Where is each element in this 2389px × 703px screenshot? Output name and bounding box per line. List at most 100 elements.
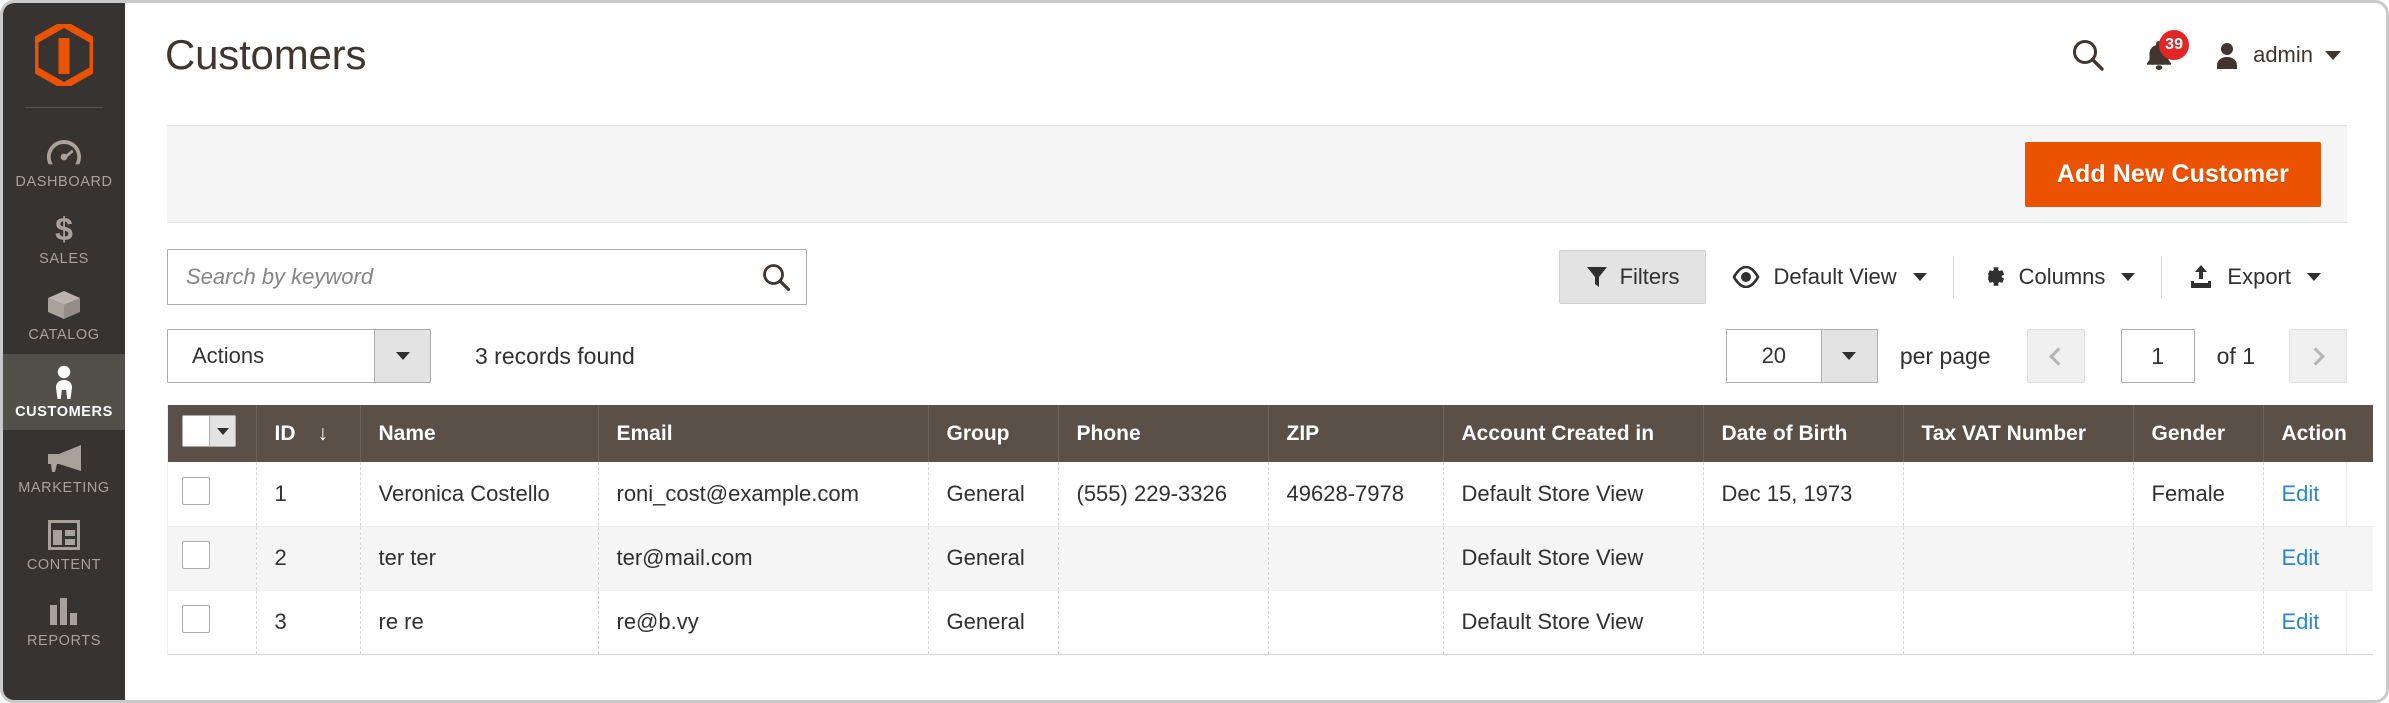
column-header-phone[interactable]: Phone [1058,405,1269,462]
chevron-down-icon [2121,273,2136,281]
export-label: Export [2227,264,2291,289]
cell-account-created-in: Default Store View [1443,526,1704,591]
admin-app-window: DASHBOARD $ SALES CATALOG CUSTOMERS MARK… [0,0,2389,703]
cell-group: General [928,526,1059,591]
sidebar-item-content[interactable]: CONTENT [3,507,125,584]
row-checkbox[interactable] [182,605,210,633]
funnel-icon [1586,267,1607,287]
column-header-action: Action [2263,405,2373,462]
mass-actions-select[interactable]: Actions [167,329,431,383]
notifications-button[interactable]: 39 [2145,30,2190,71]
sidebar-item-customers[interactable]: CUSTOMERS [3,353,125,430]
search-submit-icon[interactable] [761,262,791,292]
chevron-down-icon [1912,273,1927,281]
gear-icon [1987,267,2004,286]
cell-gender [2133,526,2264,591]
per-page-label: per page [1899,342,1991,369]
edit-link[interactable]: Edit [2282,481,2320,506]
column-header-gender[interactable]: Gender [2133,405,2264,462]
total-pages-label: of 1 [2216,342,2255,369]
column-header-name[interactable]: Name [360,405,599,462]
select-all-checkbox[interactable] [182,415,236,447]
row-checkbox[interactable] [182,476,210,505]
column-header-id[interactable]: ID ↓ [256,405,361,462]
sidebar-item-dashboard[interactable]: DASHBOARD [3,124,125,201]
next-page-button[interactable] [2289,329,2347,383]
cell-date-of-birth [1703,590,1904,655]
select-all-header[interactable] [168,405,257,462]
search-icon[interactable] [2071,38,2105,72]
sidebar-divider [25,107,103,108]
column-header-group[interactable]: Group [928,405,1059,462]
previous-page-button[interactable] [2026,329,2085,383]
eye-icon [1733,266,1760,288]
default-view-label: Default View [1773,264,1897,289]
table-row[interactable]: 3 re re re@b.vy General Default Store Vi… [168,590,2373,655]
table-row[interactable]: 1 Veronica Costello roni_cost@example.co… [168,462,2373,527]
grid-actions-row: Actions 3 records found 20 per page 1 of… [167,329,2347,383]
sidebar-item-label: CUSTOMERS [15,403,113,420]
chevron-down-icon [1820,330,1877,382]
table-body: 1 Veronica Costello roni_cost@example.co… [168,462,2373,655]
filters-button[interactable]: Filters [1558,250,1707,304]
search-input[interactable] [167,249,807,305]
row-select-cell [168,590,257,655]
cell-phone: (555) 229-3326 [1058,462,1269,527]
row-checkbox[interactable] [182,541,210,569]
cell-action: Edit [2263,590,2373,655]
magento-logo[interactable] [3,3,125,107]
default-view-button[interactable]: Default View [1706,254,1952,300]
cell-zip [1268,526,1444,591]
columns-label: Columns [2018,264,2106,289]
column-header-date-of-birth[interactable]: Date of Birth [1703,405,1904,462]
column-header-email[interactable]: Email [598,405,929,462]
cell-date-of-birth [1703,526,1904,591]
chevron-down-icon [2325,50,2341,60]
column-header-zip[interactable]: ZIP [1268,405,1444,462]
cell-tax-vat-number [1903,590,2134,655]
admin-user-menu[interactable]: admin [2213,41,2341,69]
column-label: ID [274,421,296,445]
cell-zip: 49628-7978 [1268,462,1444,527]
grid-toolbar: Filters Default View Columns [167,249,2347,305]
cell-email: ter@mail.com [598,526,929,591]
sidebar-item-label: SALES [39,250,89,267]
cell-group: General [928,590,1059,655]
cell-tax-vat-number [1903,462,2134,527]
user-avatar-icon [2217,43,2238,69]
edit-link[interactable]: Edit [2282,609,2320,634]
chevron-down-icon [209,416,235,446]
per-page-value: 20 [1761,343,1787,368]
grid-toolbar-controls: Filters Default View Columns Export [1558,250,2347,304]
sidebar-item-catalog[interactable]: CATALOG [3,277,125,354]
sidebar-item-label: DASHBOARD [15,174,113,190]
customers-table: ID ↓ Name Email Group Phone ZIP Account C… [168,405,2373,655]
sidebar-item-reports[interactable]: REPORTS [3,583,125,660]
export-button[interactable]: Export [2162,254,2347,300]
cell-account-created-in: Default Store View [1443,462,1704,527]
edit-link[interactable]: Edit [2282,545,2320,570]
cell-name: re re [360,590,599,655]
chevron-down-icon [2307,273,2321,281]
sort-desc-icon: ↓ [317,421,329,445]
sidebar-item-marketing[interactable]: MARKETING [3,430,125,507]
upload-icon [2191,265,2212,288]
cell-phone [1058,526,1269,591]
customers-grid: ID ↓ Name Email Group Phone ZIP Account C… [167,405,2373,655]
page-actions-bar: Add New Customer [167,125,2347,223]
sidebar-item-label: REPORTS [26,633,102,649]
cell-id: 3 [256,590,361,655]
main-sidebar: DASHBOARD $ SALES CATALOG CUSTOMERS MARK… [3,3,125,700]
current-page-input[interactable] [2120,329,2195,383]
page-title: Customers [165,31,367,78]
per-page-select[interactable]: 20 [1725,329,1878,383]
table-row[interactable]: 2 ter ter ter@mail.com General Default S… [168,526,2373,591]
columns-button[interactable]: Columns [1954,254,2162,300]
cell-account-created-in: Default Store View [1443,590,1704,655]
grid-pagination: 20 per page of 1 [1725,329,2347,383]
sidebar-item-sales[interactable]: $ SALES [3,201,125,278]
add-new-customer-button[interactable]: Add New Customer [2024,141,2321,207]
column-header-tax-vat-number[interactable]: Tax VAT Number [1903,405,2134,462]
notification-count-badge: 39 [2159,30,2190,60]
column-header-account-created-in[interactable]: Account Created in [1443,405,1704,462]
